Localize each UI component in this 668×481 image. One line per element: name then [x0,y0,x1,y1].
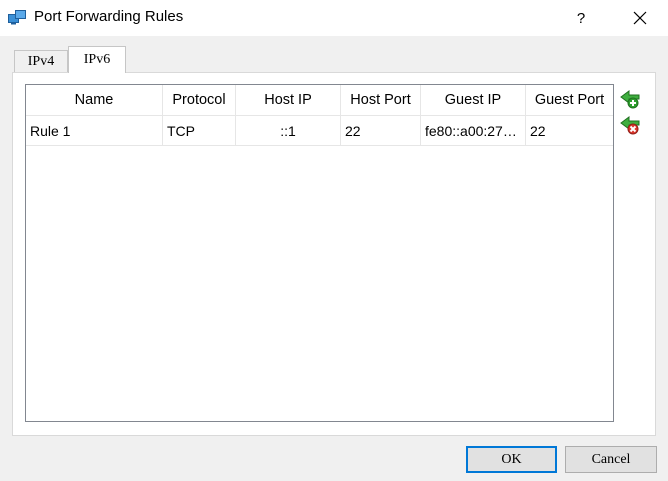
network-monitors-icon [8,9,26,25]
column-header-guest-ip[interactable]: Guest IP [421,85,526,116]
column-header-guest-port[interactable]: Guest Port [526,85,613,116]
table-header: Name Protocol Host IP Host Port Guest IP… [26,85,613,116]
add-rule-icon[interactable] [619,88,641,110]
cell-protocol[interactable]: TCP [163,116,236,145]
cell-host-ip[interactable]: ::1 [236,116,341,145]
rules-table[interactable]: Name Protocol Host IP Host Port Guest IP… [25,84,614,422]
window-title: Port Forwarding Rules [34,8,184,25]
cell-guest-ip[interactable]: fe80::a00:27… [421,116,526,145]
close-button[interactable] [624,4,656,32]
column-header-host-port[interactable]: Host Port [341,85,421,116]
cell-guest-port[interactable]: 22 [526,116,613,145]
column-header-protocol[interactable]: Protocol [163,85,236,116]
title-bar: Port Forwarding Rules ? [0,0,668,36]
help-button[interactable]: ? [566,4,596,32]
ok-button[interactable]: OK [466,446,557,473]
column-header-host-ip[interactable]: Host IP [236,85,341,116]
tab-ipv6[interactable]: IPv6 [68,46,126,73]
table-row[interactable]: Rule 1 TCP ::1 22 fe80::a00:27… 22 [26,116,613,146]
tab-ipv4[interactable]: IPv4 [14,50,68,72]
cancel-button[interactable]: Cancel [565,446,657,473]
remove-rule-icon[interactable] [619,114,641,136]
column-header-name[interactable]: Name [26,85,163,116]
close-icon [633,11,647,25]
cell-name[interactable]: Rule 1 [26,116,163,145]
cell-host-port[interactable]: 22 [341,116,421,145]
